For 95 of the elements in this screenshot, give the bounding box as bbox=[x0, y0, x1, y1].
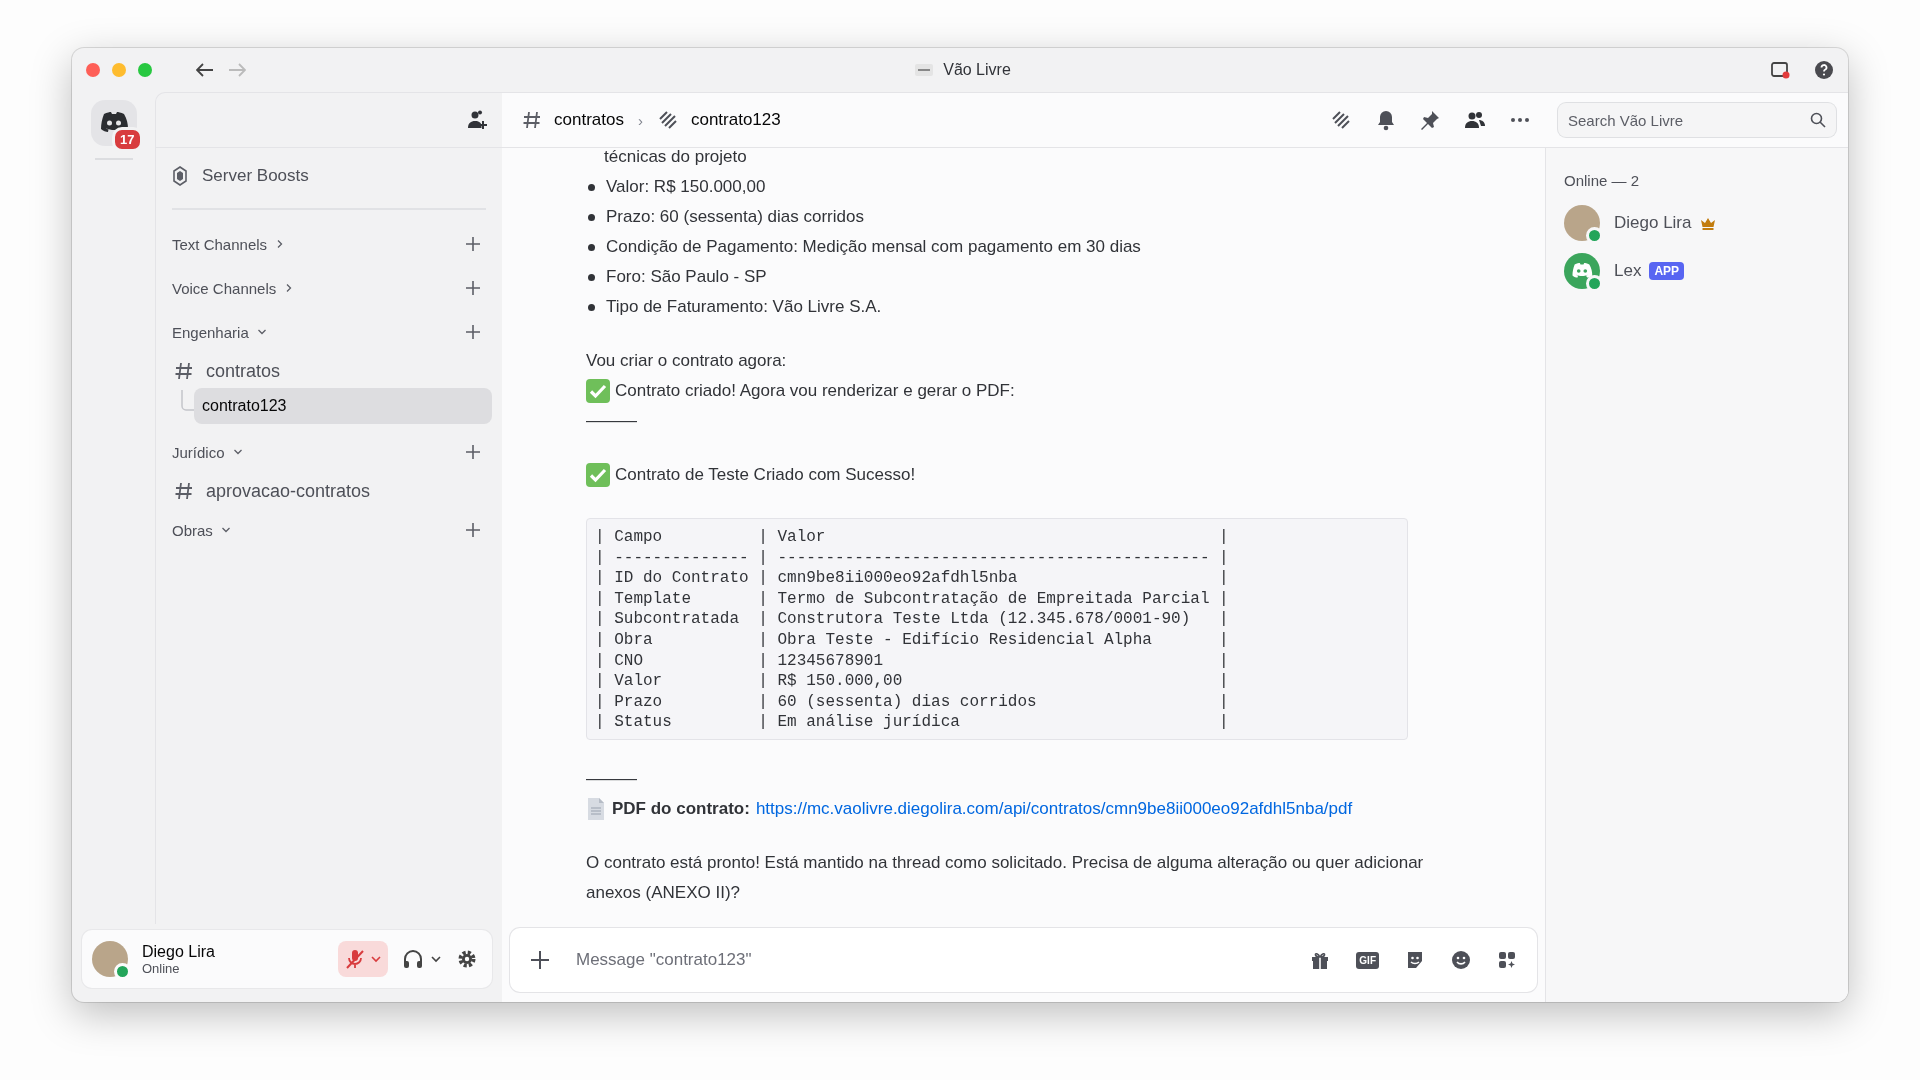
notification-badge: 17 bbox=[112, 127, 143, 152]
code-line: | Template | Termo de Subcontratação de Empreitada Parcial | bbox=[595, 588, 1230, 610]
list-item: Valor: R$ 150.000,00 bbox=[606, 176, 766, 198]
category-header[interactable]: Obras bbox=[172, 521, 231, 539]
message-text: O contrato está pronto! Está mantido na thread como solicitado. Precisa de alguma alteração ou quer adicionar anexos (ANEXO II)? bbox=[586, 851, 1425, 904]
pin-icon[interactable] bbox=[1420, 110, 1440, 130]
add-channel-icon[interactable] bbox=[466, 325, 480, 339]
list-item: Foro: São Paulo - SP bbox=[606, 266, 767, 288]
add-channel-icon[interactable] bbox=[466, 237, 480, 251]
window-title: Vão Livre bbox=[943, 61, 1011, 79]
bell-icon[interactable] bbox=[1376, 109, 1396, 131]
headphones-icon bbox=[402, 948, 424, 970]
code-line: | Obra | Obra Teste - Edifício Residencial Alpha | bbox=[595, 629, 1230, 651]
bot-face-icon bbox=[1571, 262, 1593, 280]
inbox-icon[interactable] bbox=[1770, 60, 1790, 80]
server-boosts-item[interactable]: Server Boosts bbox=[172, 156, 492, 196]
chevron-icon bbox=[370, 953, 382, 965]
chevron-icon bbox=[220, 525, 231, 535]
user-name: Diego Lira bbox=[142, 942, 216, 961]
bullet-icon bbox=[588, 303, 595, 311]
gift-icon[interactable] bbox=[1310, 950, 1331, 970]
category-header[interactable]: Text Channels bbox=[172, 235, 286, 253]
shield-icon bbox=[172, 166, 188, 186]
add-channel-icon[interactable] bbox=[466, 523, 480, 537]
user-status: Online bbox=[142, 960, 181, 976]
search-icon bbox=[1810, 112, 1826, 128]
dash-line: ——— bbox=[586, 767, 638, 790]
bullet-icon bbox=[588, 183, 595, 191]
message-text: técnicas do projeto bbox=[603, 146, 748, 168]
channel-item[interactable]: aprovacao-contratos bbox=[172, 474, 492, 508]
add-member-icon[interactable] bbox=[466, 110, 488, 130]
list-item: Tipo de Faturamento: Vão Livre S.A. bbox=[606, 296, 882, 318]
chevron-icon bbox=[232, 447, 243, 457]
message-text: Contrato criado! Agora vou renderizar e gerar o PDF: bbox=[615, 380, 1015, 402]
member-item[interactable]: Diego Lira bbox=[1564, 199, 1834, 247]
channel-name[interactable]: contratos bbox=[554, 110, 624, 130]
breadcrumb-separator: › bbox=[637, 111, 643, 129]
chevron-icon bbox=[430, 953, 442, 965]
message-input[interactable]: Message "contrato123" bbox=[574, 949, 1287, 971]
hashtag-icon bbox=[174, 361, 194, 381]
chevron-icon bbox=[256, 327, 267, 337]
add-channel-icon[interactable] bbox=[466, 281, 480, 295]
threads-icon[interactable] bbox=[1330, 110, 1352, 130]
close-button[interactable] bbox=[86, 63, 100, 77]
user-avatar[interactable] bbox=[92, 941, 128, 977]
code-line: | Prazo | 60 (sessenta) dias corridos | bbox=[595, 691, 1230, 713]
settings-icon[interactable] bbox=[456, 948, 478, 970]
microphone-icon bbox=[344, 948, 366, 970]
gif-button[interactable]: GIF bbox=[1356, 951, 1379, 969]
code-line: | Campo | Valor | bbox=[595, 527, 1230, 548]
list-item: Prazo: 60 (sessenta) dias corridos bbox=[606, 206, 864, 228]
sticker-icon[interactable] bbox=[1405, 950, 1425, 970]
hashtag-icon bbox=[174, 481, 194, 501]
headphones-button[interactable] bbox=[402, 948, 442, 970]
pdf-link[interactable]: https://mc.vaolivre.diegolira.com/api/contratos/cmn9be8ii000eo92afdhl5nba/pdf bbox=[755, 793, 1353, 824]
logo-icon bbox=[915, 64, 934, 76]
code-line: | -------------- | --------------------------------------------- | bbox=[595, 547, 1230, 569]
check-icon bbox=[586, 463, 610, 487]
thread-item[interactable]: contrato123 bbox=[194, 388, 492, 424]
search-field[interactable]: Search Vão Livre bbox=[1558, 103, 1836, 137]
code-line: | ID do Contrato | cmn9be8ii000eo92afdhl5nba | bbox=[595, 568, 1230, 589]
emoji-icon[interactable] bbox=[1451, 950, 1471, 970]
more-icon[interactable] bbox=[1510, 117, 1530, 123]
logo-icon bbox=[98, 111, 129, 135]
code-line: | CNO | 12345678901 | bbox=[595, 650, 1230, 672]
bullet-icon bbox=[588, 273, 595, 281]
dash-line: ——— bbox=[586, 410, 638, 432]
link-label: PDF do contrato: bbox=[612, 797, 750, 820]
bullet-icon bbox=[588, 243, 595, 251]
members-icon[interactable] bbox=[1464, 110, 1486, 130]
list-item: Condição de Pagamento: Medição mensal com pagamento em 30 dias bbox=[606, 236, 1141, 258]
document-icon bbox=[586, 796, 606, 821]
code-line: | Subcontratada | Construtora Teste Ltda (12.345.678/0001-90) | bbox=[595, 609, 1230, 630]
members-heading: Online — 2 bbox=[1564, 172, 1641, 189]
code-line: | Status | Em análise jurídica | bbox=[595, 712, 1230, 733]
member-item[interactable]: Lex APP bbox=[1564, 247, 1834, 295]
tree-connector-line bbox=[180, 390, 194, 412]
channel-item[interactable]: contratos bbox=[172, 354, 492, 388]
category-header[interactable]: Voice Channels bbox=[172, 279, 295, 297]
message-text: Contrato de Teste Criado com Sucesso! bbox=[615, 464, 916, 486]
hashtag-icon bbox=[522, 110, 542, 130]
thread-name: contrato123 bbox=[690, 110, 781, 130]
add-channel-icon[interactable] bbox=[466, 445, 480, 459]
apps-icon[interactable] bbox=[1497, 950, 1517, 970]
message-text: Vou criar o contrato agora: bbox=[586, 350, 788, 372]
category-header[interactable]: Jurídico bbox=[172, 443, 243, 461]
plus-icon[interactable] bbox=[530, 950, 550, 970]
code-line: | Valor | R$ 150.000,00 | bbox=[595, 671, 1230, 692]
bullet-icon bbox=[588, 213, 595, 221]
back-arrow-icon[interactable] bbox=[196, 63, 214, 77]
check-icon bbox=[586, 379, 610, 403]
microphone-button[interactable] bbox=[338, 941, 388, 977]
help-icon[interactable] bbox=[1814, 60, 1834, 80]
app-tag: APP bbox=[1649, 262, 1685, 280]
category-header[interactable]: Engenharia bbox=[172, 323, 267, 341]
